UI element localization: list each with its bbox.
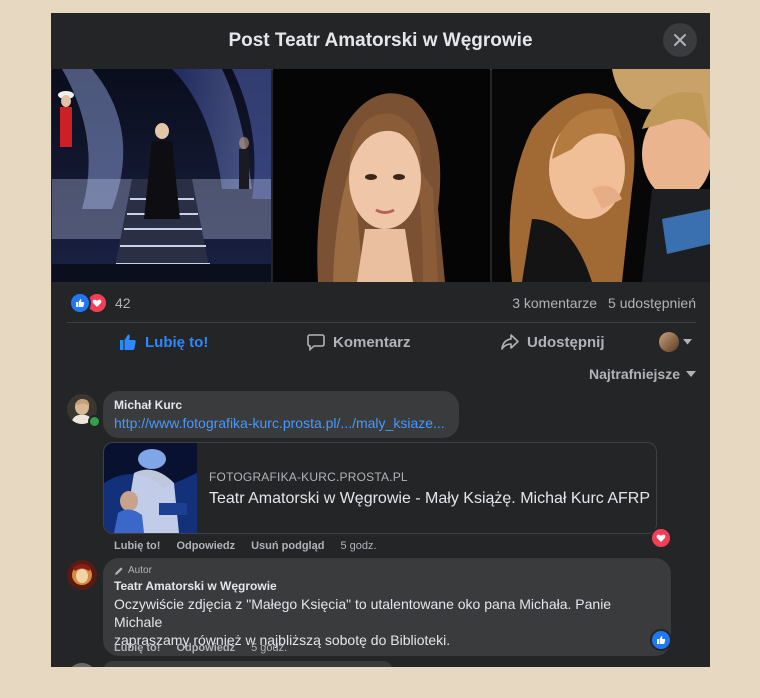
chevron-down-icon xyxy=(683,339,692,345)
comment-like-reaction-icon[interactable] xyxy=(650,629,672,651)
photo-grid xyxy=(51,69,710,282)
link-preview-title: Teatr Amatorski w Węgrowie - Mały Książę… xyxy=(209,490,651,507)
close-button[interactable] xyxy=(663,23,697,57)
remove-preview-link[interactable]: Usuń podgląd xyxy=(251,540,324,552)
comment-like-link[interactable]: Lubię to! xyxy=(114,540,160,552)
comment-bubble: Michał Kurc http://www.fotografika-kurc.… xyxy=(103,391,459,438)
comment-time[interactable]: 5 godz. xyxy=(251,642,287,654)
comment-bubble-partial xyxy=(103,661,393,667)
comment-count[interactable]: 3 komentarze xyxy=(512,295,597,311)
author-badge: Autor xyxy=(114,565,660,576)
post-actions: Lubię to! Komentarz Udostępnij xyxy=(67,329,696,355)
share-button[interactable]: Udostępnij xyxy=(501,329,605,355)
comment-sort-dropdown[interactable]: Najtrafniejsze xyxy=(589,366,696,382)
like-label: Lubię to! xyxy=(145,333,209,351)
share-label: Udostępnij xyxy=(527,333,605,351)
comment-reply-link[interactable]: Odpowiedz xyxy=(176,540,235,552)
thumbs-up-icon xyxy=(120,334,136,350)
pencil-icon xyxy=(115,566,123,575)
comment-icon xyxy=(307,334,325,351)
link-preview-domain: FOTOGRAFIKA-KURC.PROSTA.PL xyxy=(209,470,408,484)
comment-author[interactable]: Teatr Amatorski w Węgrowie xyxy=(114,579,660,593)
reaction-as-selector[interactable] xyxy=(659,332,692,352)
author-badge-label: Autor xyxy=(128,565,152,576)
comment-actions: Lubię to! Odpowiedz 5 godz. xyxy=(114,642,287,654)
stats-divider xyxy=(67,322,696,323)
reaction-summary[interactable]: 42 xyxy=(69,292,131,314)
comment-button[interactable]: Komentarz xyxy=(307,329,411,355)
modal-header: Post Teatr Amatorski w Węgrowie xyxy=(51,13,710,70)
comment-label: Komentarz xyxy=(333,333,411,351)
comment-reply-link[interactable]: Odpowiedz xyxy=(176,642,235,654)
comment-link[interactable]: http://www.fotografika-kurc.prosta.pl/..… xyxy=(114,415,448,431)
stage-photo[interactable] xyxy=(52,69,271,282)
avatar-teatr[interactable] xyxy=(67,560,97,590)
link-preview-image xyxy=(104,443,197,533)
modal-title: Post Teatr Amatorski w Węgrowie xyxy=(228,30,533,51)
page-avatar xyxy=(659,332,679,352)
close-icon xyxy=(674,34,686,46)
avatar-next-comment[interactable] xyxy=(67,663,97,667)
comment-actions: Lubię to! Odpowiedz Usuń podgląd 5 godz. xyxy=(114,540,377,552)
portrait-photo[interactable] xyxy=(273,69,490,282)
link-preview-card[interactable]: FOTOGRAFIKA-KURC.PROSTA.PL Teatr Amators… xyxy=(103,442,657,534)
couple-photo[interactable] xyxy=(492,69,710,282)
sort-label: Najtrafniejsze xyxy=(588,366,680,382)
comment-time[interactable]: 5 godz. xyxy=(340,540,376,552)
reaction-count[interactable]: 42 xyxy=(115,295,131,311)
share-icon xyxy=(501,334,519,350)
share-count[interactable]: 5 udostępnień xyxy=(608,295,696,311)
comment-love-reaction-icon[interactable] xyxy=(650,527,672,549)
comment-text-line-1: Oczywiście zdjęcia z "Małego Księcia" to… xyxy=(114,596,612,630)
post-modal: Post Teatr Amatorski w Węgrowie 42 3 kom… xyxy=(51,13,710,667)
online-status-dot xyxy=(88,415,101,428)
comment-author[interactable]: Michał Kurc xyxy=(114,398,448,412)
like-reaction-icon xyxy=(69,292,91,314)
like-button[interactable]: Lubię to! xyxy=(119,329,208,355)
reaction-stats: 42 3 komentarze 5 udostępnień xyxy=(69,291,696,315)
comment-like-link[interactable]: Lubię to! xyxy=(114,642,160,654)
chevron-down-icon xyxy=(686,371,696,377)
